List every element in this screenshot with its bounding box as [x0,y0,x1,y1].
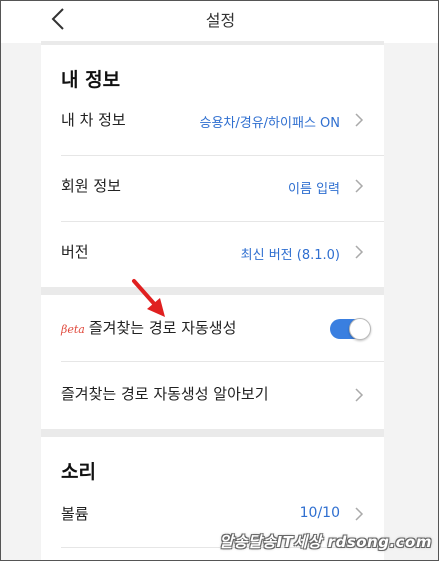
row-auto-route: βeta 즐겨찾는 경로 자동생성 [41,311,384,351]
row-divider [61,221,384,222]
row-learn-auto-route[interactable]: 즐겨찾는 경로 자동생성 알아보기 [41,377,384,417]
section-divider [41,287,384,295]
toggle-knob [349,318,371,340]
row-label: 내 차 정보 [61,111,126,129]
divider [41,41,384,45]
row-value: 이름 입력 [288,182,340,197]
row-label: 회원 정보 [61,177,121,195]
chevron-right-icon [354,506,364,522]
section-title-sound: 소리 [61,461,96,483]
chevron-right-icon [354,387,364,403]
left-gutter [1,1,41,560]
chevron-right-icon [354,112,364,128]
row-label: 버전 [61,243,89,261]
watermark: 알송달송IT세상 rdsong.com [219,533,432,551]
row-divider [61,361,384,362]
row-value: 승용차/경유/하이패스 ON [199,116,341,131]
row-divider [61,155,384,156]
auto-route-label: 즐겨찾는 경로 자동생성 [88,319,237,337]
page-title: 설정 [205,11,236,30]
row-member-info[interactable]: 회원 정보 이름 입력 [41,171,384,219]
red-arrow-icon [129,277,169,321]
app-screen: 설정 내 정보 내 차 정보 승용차/경유/하이패스 ON 회원 정보 이름 입… [0,0,439,561]
chevron-right-icon [354,244,364,260]
row-value: 최신 버전 (8.1.0) [240,248,340,263]
row-version[interactable]: 버전 최신 버전 (8.1.0) [41,237,384,285]
right-gutter [382,1,438,560]
row-value: 10/10 [299,505,340,521]
header-bar: 설정 [1,1,438,43]
section-title-my-info: 내 정보 [61,69,121,91]
row-label: 볼륨 [61,505,89,523]
chevron-right-icon [354,178,364,194]
beta-tag: βeta [61,323,85,336]
row-label: 즐겨찾는 경로 자동생성 알아보기 [61,385,269,403]
row-my-car-info[interactable]: 내 차 정보 승용차/경유/하이패스 ON [41,105,384,153]
section-divider [41,429,384,437]
auto-route-toggle[interactable] [330,318,371,340]
